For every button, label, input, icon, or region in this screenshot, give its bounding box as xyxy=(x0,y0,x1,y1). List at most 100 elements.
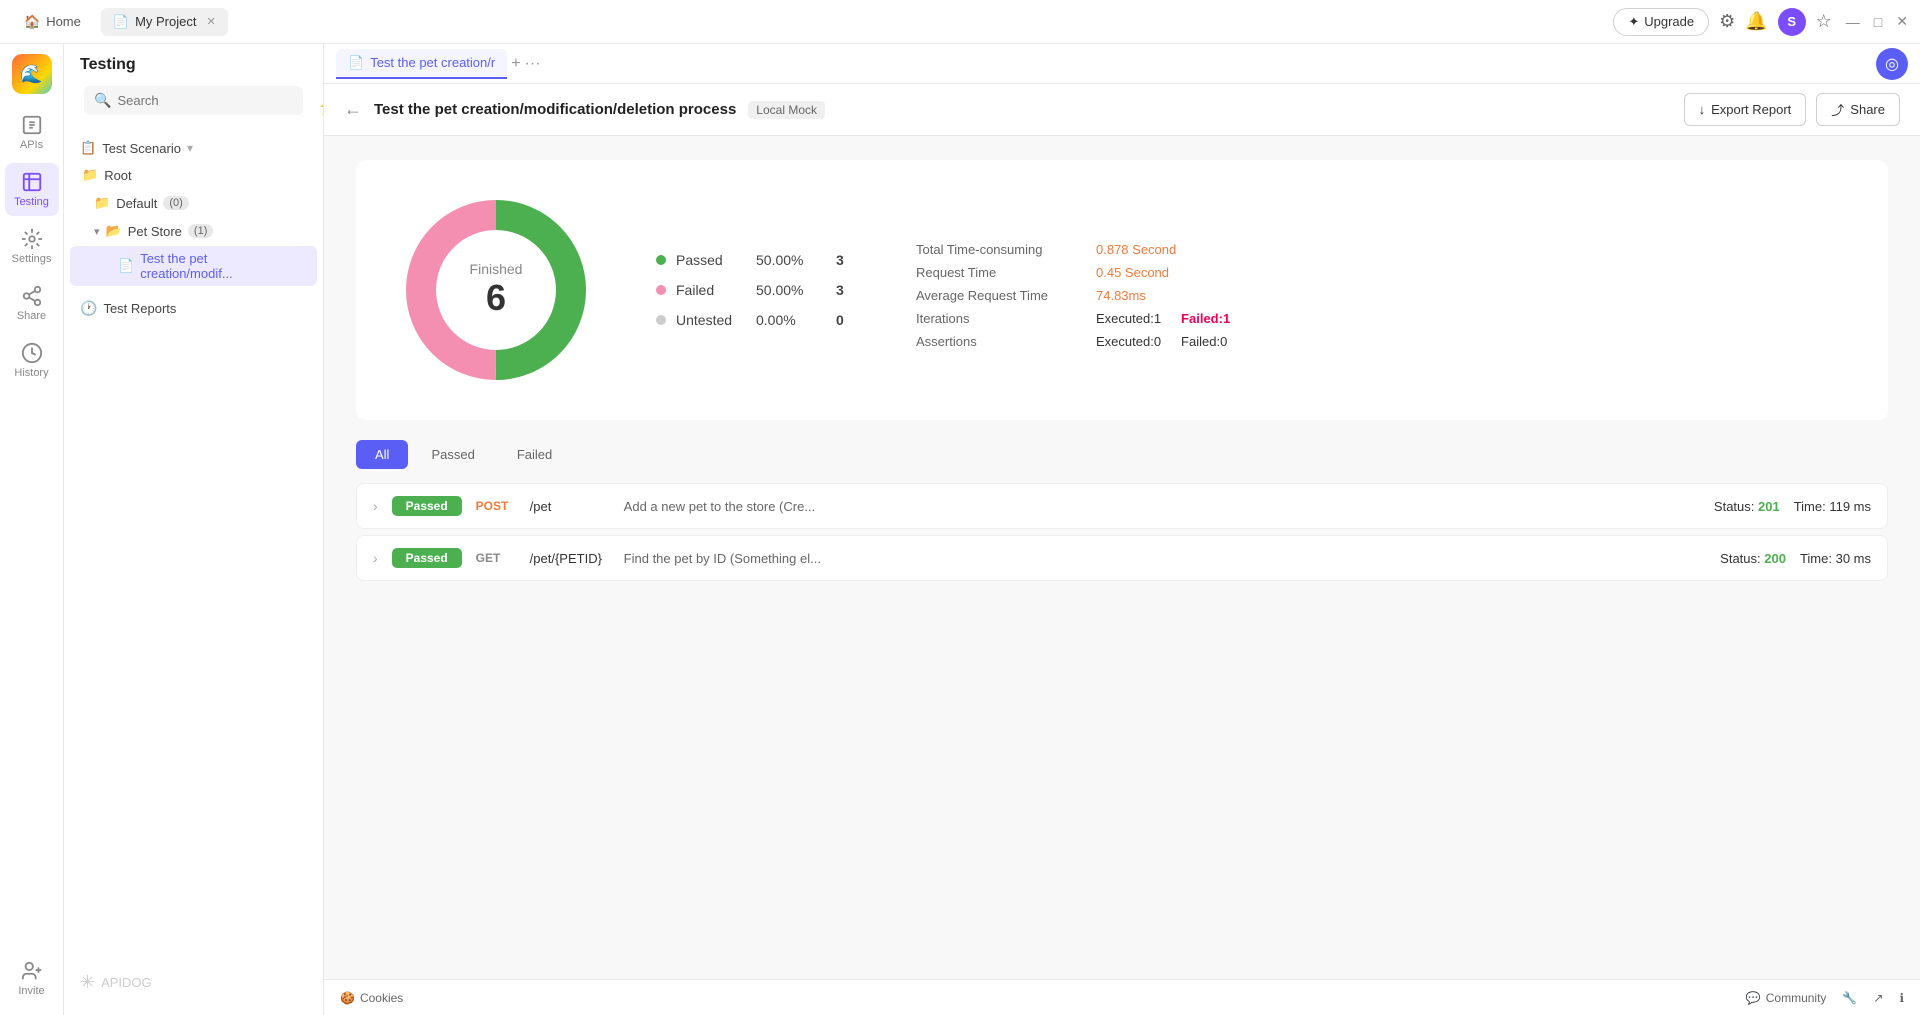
share-bottom-icon[interactable]: ↗ xyxy=(1873,991,1883,1005)
legend-passed: Passed 50.00% 3 xyxy=(656,252,856,268)
avatar[interactable]: S xyxy=(1778,8,1806,36)
result-row-1[interactable]: › Passed GET /pet/{PETID} Find the pet b… xyxy=(356,535,1888,581)
passed-count: 3 xyxy=(836,252,844,268)
stat-failed-4: Failed:0 xyxy=(1181,334,1227,349)
stat-request-time: Request Time 0.45 Second xyxy=(916,261,1230,284)
export-report-button[interactable]: ↓ Export Report xyxy=(1684,93,1807,126)
search-icon: 🔍 xyxy=(94,92,111,109)
stat-failed-3: Failed:1 xyxy=(1181,311,1230,326)
share-icon: ⤴ xyxy=(1831,100,1844,119)
default-badge: (0) xyxy=(163,196,188,210)
result-row-0[interactable]: › Passed POST /pet Add a new pet to the … xyxy=(356,483,1888,529)
stat-label-3: Iterations xyxy=(916,311,1076,326)
dropdown-icon: ▾ xyxy=(187,141,193,155)
stat-value-2: 74.83ms xyxy=(1096,288,1146,303)
content-area: 📄 Test the pet creation/r + ··· ◎ ← Test… xyxy=(324,44,1920,1015)
sidebar-item-history[interactable]: History xyxy=(5,334,59,387)
titlebar: 🏠 Home 📄 My Project ✕ ✦ Upgrade ⚙ 🔔 S ☆ … xyxy=(0,0,1920,44)
folder-open-icon: 📂 xyxy=(106,223,122,239)
stat-executed-3: Executed:1 xyxy=(1096,311,1161,326)
filter-tabs: All Passed Failed xyxy=(356,440,1888,469)
tree-test-item[interactable]: 📄 Test the pet creation/modif... xyxy=(70,246,317,286)
passed-dot xyxy=(656,255,666,265)
legend-failed: Failed 50.00% 3 xyxy=(656,282,856,298)
close-tab-icon[interactable]: ✕ xyxy=(206,15,215,28)
upgrade-label: Upgrade xyxy=(1644,14,1694,29)
header-actions: ↓ Export Report ⤴ Share xyxy=(1684,93,1900,126)
back-button[interactable]: ← xyxy=(344,99,362,120)
sidebar-item-invite[interactable]: Invite xyxy=(5,952,59,1005)
tree-pet-store[interactable]: ▾ 📂 Pet Store (1) xyxy=(70,218,317,244)
close-window-icon[interactable]: ✕ xyxy=(1896,13,1908,30)
bottom-right: 💬 Community 🔧 ↗ ℹ xyxy=(1746,991,1904,1005)
stat-executed-4: Executed:0 xyxy=(1096,334,1161,349)
sidebar-item-settings[interactable]: Settings xyxy=(5,220,59,273)
test-reports-header[interactable]: 🕐 Test Reports xyxy=(64,295,323,322)
settings-icon[interactable]: ⚙ xyxy=(1719,11,1735,32)
filter-passed[interactable]: Passed xyxy=(412,440,493,469)
bookmark-icon[interactable]: ☆ xyxy=(1816,11,1832,32)
tabs-bar: 📄 Test the pet creation/r + ··· ◎ xyxy=(324,44,1920,84)
sidebar-item-share[interactable]: Share xyxy=(5,277,59,330)
filter-failed[interactable]: Failed xyxy=(498,440,571,469)
content-tab-main[interactable]: 📄 Test the pet creation/r xyxy=(336,49,507,79)
sidebar-item-testing[interactable]: Testing xyxy=(5,163,59,216)
untested-pct: 0.00% xyxy=(756,312,826,328)
share-button[interactable]: ⤴ Share xyxy=(1816,93,1900,126)
stat-label-1: Request Time xyxy=(916,265,1076,280)
search-row: 🔍 ⚡ + xyxy=(64,86,323,135)
nav-sidebar: Testing 🔍 ⚡ + 📋 Test Scenario ▾ 📁 Root 📁… xyxy=(64,44,324,1015)
status-badge-0: Passed xyxy=(392,496,462,516)
donut-label: Finished xyxy=(470,261,523,277)
community-button[interactable]: 💬 Community xyxy=(1746,991,1827,1005)
tree-pet-store-label: Pet Store xyxy=(128,224,182,239)
add-tab-button[interactable]: + xyxy=(511,55,520,73)
desc-0: Add a new pet to the store (Cre... xyxy=(624,499,1700,514)
sidebar-item-apis[interactable]: APIs xyxy=(5,106,59,159)
community-icon: 💬 xyxy=(1746,991,1761,1005)
stat-label-4: Assertions xyxy=(916,334,1076,349)
tree-root[interactable]: 📁 Root xyxy=(70,162,317,188)
donut-number: 6 xyxy=(470,277,523,319)
project-tab[interactable]: 📄 My Project ✕ xyxy=(101,8,228,36)
home-tab[interactable]: 🏠 Home xyxy=(12,8,93,36)
report-area: Finished 6 Passed 50.00% 3 Failed xyxy=(324,136,1920,979)
search-input[interactable] xyxy=(117,93,293,108)
folder-closed-icon: 📁 xyxy=(82,167,98,183)
status-code-1: 200 xyxy=(1764,551,1786,566)
desc-1: Find the pet by ID (Something el... xyxy=(624,551,1707,566)
titlebar-right: ✦ Upgrade ⚙ 🔔 S ☆ — □ ✕ xyxy=(1613,8,1908,36)
cookies-button[interactable]: 🍪 Cookies xyxy=(340,991,403,1005)
app-logo: 🌊 xyxy=(12,54,52,94)
filter-all[interactable]: All xyxy=(356,440,408,469)
tree-default[interactable]: 📁 Default (0) xyxy=(70,190,317,216)
test-scenario-header[interactable]: 📋 Test Scenario ▾ xyxy=(64,135,323,161)
project-tab-label: My Project xyxy=(135,14,196,29)
tree-test-item-label: Test the pet creation/modif... xyxy=(140,251,301,281)
reports-icon: 🕐 xyxy=(80,300,97,317)
time-value-0: 119 ms xyxy=(1829,499,1871,514)
more-tabs-button[interactable]: ··· xyxy=(525,55,541,73)
result-list: › Passed POST /pet Add a new pet to the … xyxy=(356,483,1888,581)
stat-assertions: Assertions Executed:0 Failed:0 xyxy=(916,330,1230,353)
info-icon[interactable]: ℹ xyxy=(1899,991,1904,1005)
status-info-1: Status: 200 xyxy=(1720,551,1786,566)
endpoint-1: /pet/{PETID} xyxy=(530,551,610,566)
donut-center: Finished 6 xyxy=(470,261,523,319)
bottom-bar: 🍪 Cookies 💬 Community 🔧 ↗ ℹ xyxy=(324,979,1920,1015)
cookies-label: Cookies xyxy=(360,991,403,1005)
content-tab-label: Test the pet creation/r xyxy=(370,55,495,70)
upgrade-button[interactable]: ✦ Upgrade xyxy=(1613,8,1709,36)
time-value-1: 30 ms xyxy=(1836,551,1871,566)
stat-value-0: 0.878 Second xyxy=(1096,242,1176,257)
maximize-icon[interactable]: □ xyxy=(1874,14,1882,30)
tree-root-label: Root xyxy=(104,168,131,183)
chart-section: Finished 6 Passed 50.00% 3 Failed xyxy=(356,160,1888,420)
bell-icon[interactable]: 🔔 xyxy=(1745,11,1767,32)
minimize-icon[interactable]: — xyxy=(1846,14,1860,30)
help-icon[interactable]: 🔧 xyxy=(1842,991,1857,1005)
stats-section: Total Time-consuming 0.878 Second Reques… xyxy=(916,238,1230,353)
stat-time-consuming: Total Time-consuming 0.878 Second xyxy=(916,238,1230,261)
donut-chart: Finished 6 xyxy=(396,190,596,390)
time-info-1: Time: 30 ms xyxy=(1800,551,1871,566)
